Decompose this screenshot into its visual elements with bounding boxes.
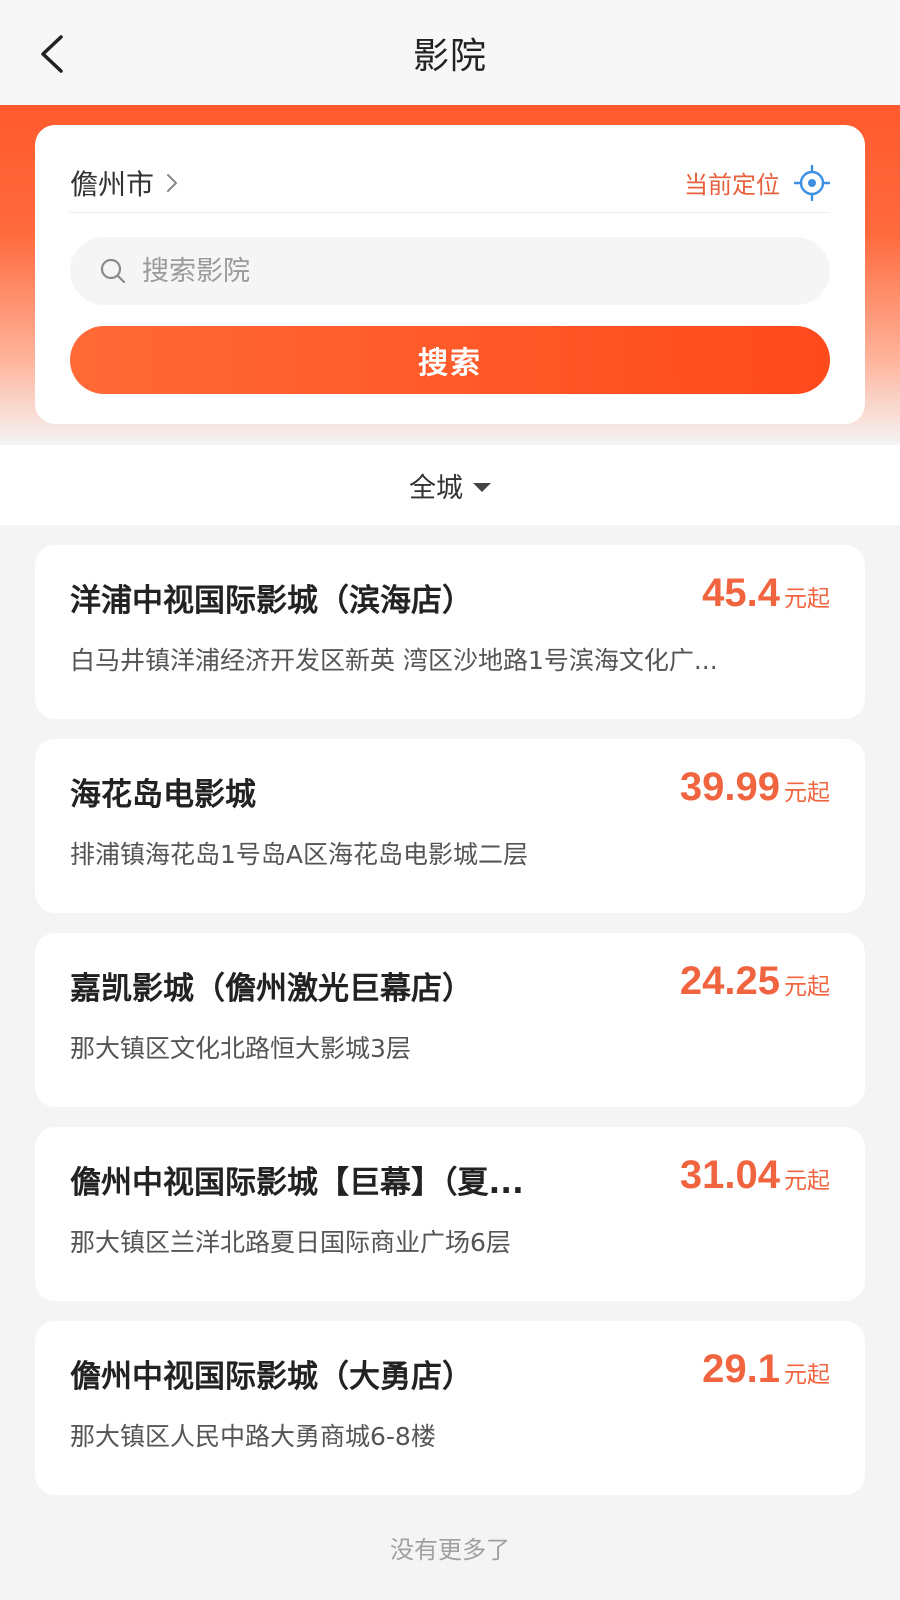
- filter-bar: 全城: [0, 445, 900, 525]
- area-filter-label: 全城: [409, 472, 463, 504]
- price-value: 45.4: [702, 571, 780, 615]
- cinema-card[interactable]: 儋州中视国际影城【巨幕】（夏... 31.04 元起 那大镇区兰洋北路夏日国际商…: [35, 1127, 865, 1301]
- cinema-name: 海花岛电影城: [70, 777, 256, 813]
- price-value: 29.1: [702, 1347, 780, 1391]
- search-card: 儋州市 当前定位 搜索: [35, 125, 865, 424]
- cinema-address: 那大镇区兰洋北路夏日国际商业广场6层: [70, 1228, 511, 1257]
- cinema-name: 儋州中视国际影城（大勇店）: [70, 1359, 473, 1395]
- search-icon: [100, 258, 126, 284]
- price-value: 31.04: [679, 1153, 780, 1197]
- cinema-card[interactable]: 儋州中视国际影城（大勇店） 29.1 元起 那大镇区人民中路大勇商城6-8楼: [35, 1321, 865, 1495]
- search-input[interactable]: [142, 255, 782, 287]
- price-suffix: 元起: [784, 974, 830, 1000]
- city-row: 儋州市 当前定位: [70, 153, 830, 213]
- price-suffix: 元起: [784, 586, 830, 612]
- cinema-address: 那大镇区人民中路大勇商城6-8楼: [70, 1422, 436, 1451]
- cinema-card[interactable]: 海花岛电影城 39.99 元起 排浦镇海花岛1号岛A区海花岛电影城二层: [35, 739, 865, 913]
- cinema-price: 39.99 元起: [680, 765, 830, 810]
- list-end-text: 没有更多了: [390, 1536, 510, 1564]
- cinema-address: 那大镇区文化北路恒大影城3层: [70, 1034, 411, 1063]
- crosshair-icon: [794, 164, 830, 201]
- page-title: 影院: [412, 35, 487, 77]
- city-selector[interactable]: 儋州市: [70, 163, 180, 203]
- cinema-address: 排浦镇海花岛1号岛A区海花岛电影城二层: [70, 840, 529, 869]
- price-suffix: 元起: [784, 1168, 830, 1194]
- cinema-list: 洋浦中视国际影城（滨海店） 45.4 元起 白马井镇洋浦经济开发区新英 湾区沙地…: [35, 545, 865, 1495]
- city-name: 儋州市: [70, 167, 155, 201]
- current-location-button[interactable]: 当前定位: [684, 164, 830, 201]
- nav-bar: 影院: [0, 0, 900, 105]
- price-value: 24.25: [679, 959, 780, 1003]
- cinema-price: 31.04 元起: [680, 1153, 830, 1198]
- cinema-address: 白马井镇洋浦经济开发区新英 湾区沙地路1号滨海文化广...: [70, 646, 718, 675]
- cinema-name: 嘉凯影城（儋州激光巨幕店）: [70, 971, 473, 1007]
- cinema-card[interactable]: 嘉凯影城（儋州激光巨幕店） 24.25 元起 那大镇区文化北路恒大影城3层: [35, 933, 865, 1107]
- cinema-name: 儋州中视国际影城【巨幕】（夏...: [70, 1165, 524, 1201]
- cinema-card[interactable]: 洋浦中视国际影城（滨海店） 45.4 元起 白马井镇洋浦经济开发区新英 湾区沙地…: [35, 545, 865, 719]
- cinema-price: 24.25 元起: [680, 959, 830, 1004]
- search-button[interactable]: 搜索: [70, 326, 830, 394]
- price-value: 39.99: [679, 765, 780, 809]
- search-field[interactable]: [70, 237, 830, 305]
- price-suffix: 元起: [784, 780, 830, 806]
- cinema-price: 29.1 元起: [702, 1347, 830, 1392]
- cinema-price: 45.4 元起: [702, 571, 830, 616]
- chevron-right-icon: [167, 173, 178, 192]
- chevron-left-icon: [41, 35, 63, 73]
- back-button[interactable]: [30, 32, 74, 76]
- cinema-name: 洋浦中视国际影城（滨海店）: [70, 583, 473, 619]
- current-location-label: 当前定位: [684, 171, 780, 199]
- caret-down-icon: [473, 482, 491, 492]
- area-filter-dropdown[interactable]: 全城: [409, 466, 491, 505]
- price-suffix: 元起: [784, 1362, 830, 1388]
